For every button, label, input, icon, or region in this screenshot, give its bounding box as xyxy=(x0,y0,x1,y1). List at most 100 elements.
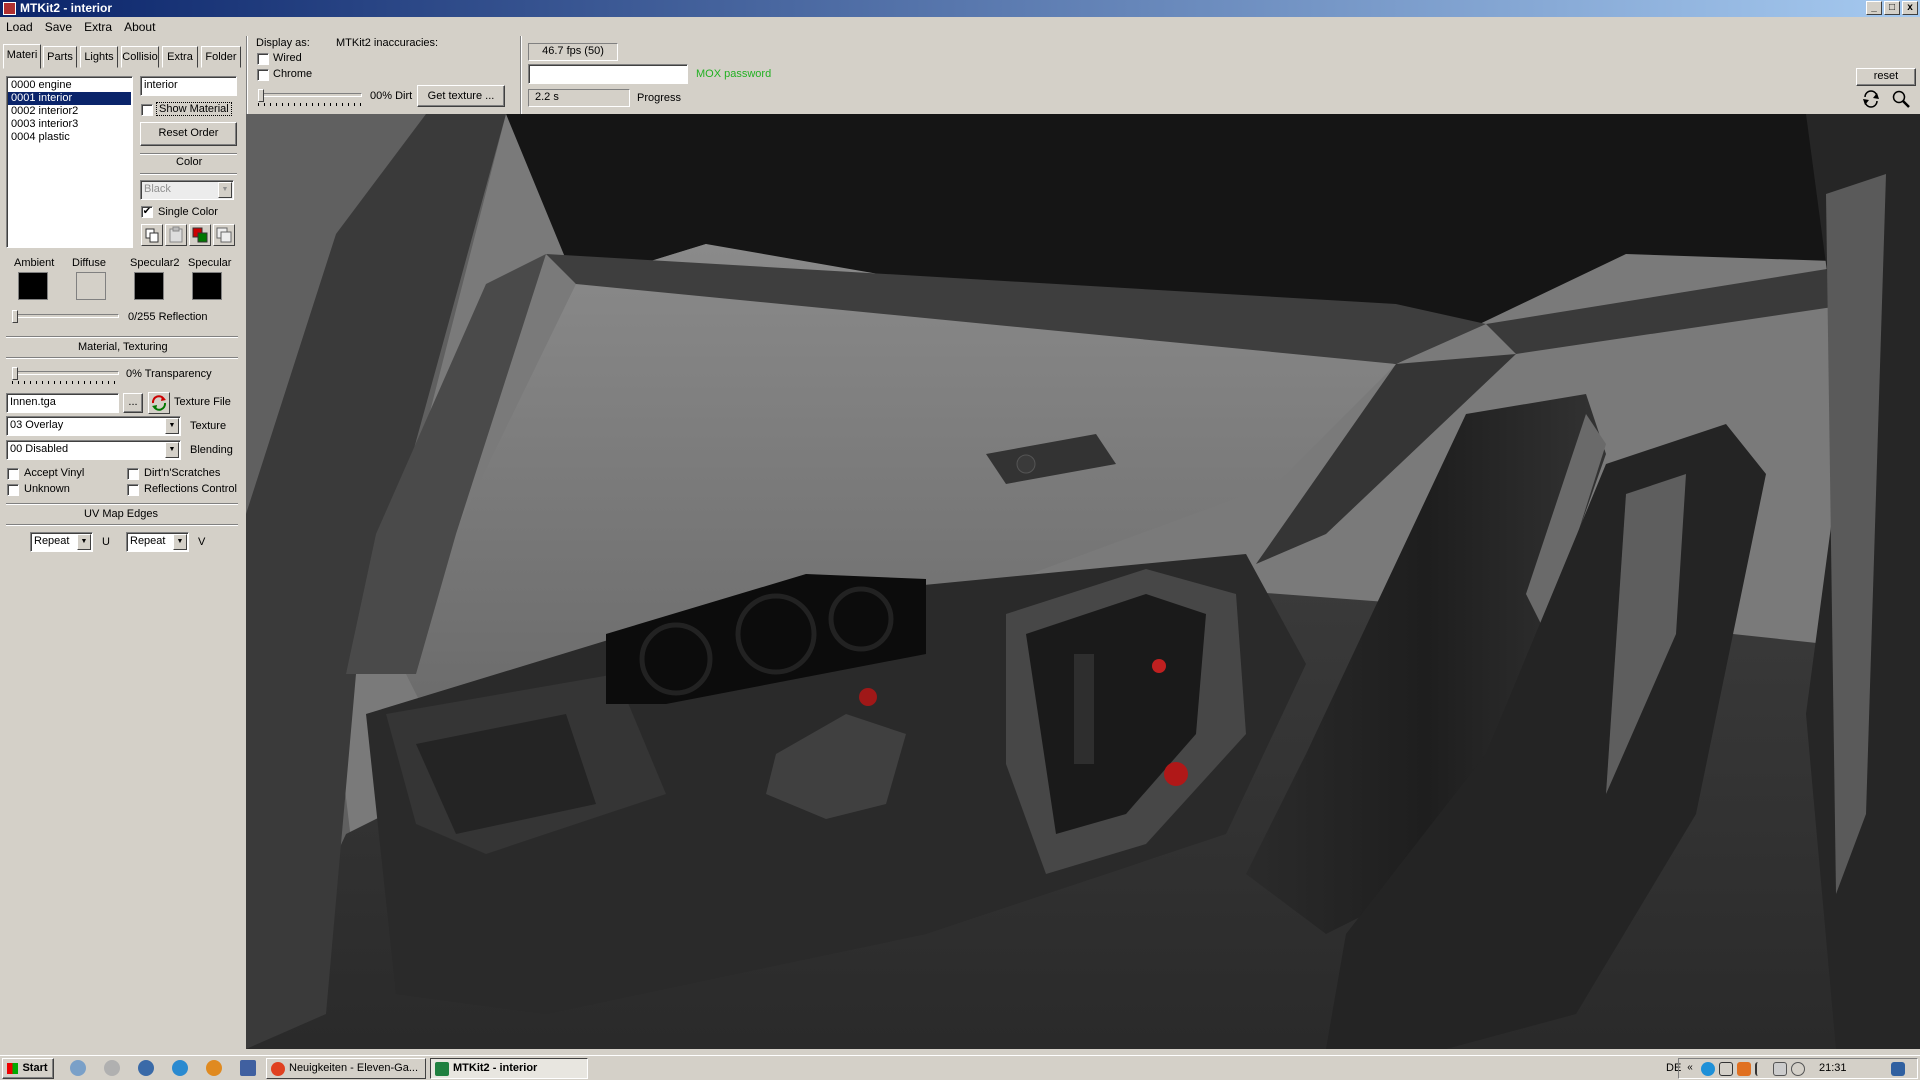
clone-color-button[interactable] xyxy=(213,224,235,246)
material-list[interactable]: 0000 engine 0001 interior 0002 interior2… xyxy=(6,76,133,248)
chrome-label: Chrome xyxy=(273,68,313,80)
accept-vinyl-checkbox[interactable] xyxy=(7,468,19,480)
wired-checkbox[interactable] xyxy=(257,53,269,65)
show-material-label[interactable]: Show Material xyxy=(156,102,232,116)
notification-icon[interactable] xyxy=(1737,1062,1751,1076)
list-item-selected[interactable]: 0001 interior xyxy=(8,92,131,105)
specular2-swatch[interactable] xyxy=(134,272,164,300)
uv-map-edges-label: UV Map Edges xyxy=(84,508,158,520)
clock[interactable]: 21:31 xyxy=(1819,1062,1847,1074)
paste-color-button[interactable] xyxy=(165,224,187,246)
transparency-slider[interactable] xyxy=(12,367,119,384)
quicklaunch-browser-icon[interactable] xyxy=(138,1060,154,1076)
task-browser[interactable]: Neuigkeiten - Eleven-Ga... xyxy=(266,1058,426,1079)
mtkit-icon xyxy=(435,1062,449,1076)
quicklaunch-firefox-icon[interactable] xyxy=(206,1060,222,1076)
3d-viewport[interactable] xyxy=(246,114,1920,1049)
texture-select[interactable]: 03 Overlay ▼ xyxy=(6,416,181,436)
flag-icon[interactable] xyxy=(1755,1062,1769,1076)
start-label: Start xyxy=(22,1062,48,1074)
reflection-slider[interactable] xyxy=(12,310,119,324)
reset-order-button[interactable]: Reset Order xyxy=(140,122,237,146)
color-select-value: Black xyxy=(144,183,171,195)
reload-texture-button[interactable] xyxy=(148,392,170,414)
volume-icon[interactable] xyxy=(1791,1062,1805,1076)
start-button[interactable]: Start xyxy=(2,1058,54,1079)
show-desktop-icon[interactable] xyxy=(1891,1062,1905,1076)
reflections-control-label: Reflections Control xyxy=(144,483,237,495)
copy-color-button[interactable] xyxy=(141,224,163,246)
password-input[interactable] xyxy=(528,64,688,84)
quicklaunch-app-icon[interactable] xyxy=(240,1060,256,1076)
uv-u-select[interactable]: Repeat ▼ xyxy=(30,532,93,552)
task-mtkit[interactable]: MTKit2 - interior xyxy=(430,1058,588,1079)
diffuse-swatch[interactable] xyxy=(76,272,106,300)
zoom-button[interactable] xyxy=(1890,88,1912,110)
uv-u-value: Repeat xyxy=(34,535,70,547)
chevron-down-icon[interactable]: ▼ xyxy=(165,418,179,434)
tab-collision[interactable]: Collisio xyxy=(121,46,159,68)
quicklaunch-chat-icon[interactable] xyxy=(172,1060,188,1076)
tab-materials[interactable]: Materi xyxy=(3,44,41,69)
browse-button[interactable]: ... xyxy=(123,393,143,413)
dirt-scratches-checkbox[interactable] xyxy=(127,468,139,480)
slider-thumb[interactable] xyxy=(258,89,264,102)
specular-swatch[interactable] xyxy=(192,272,222,300)
menu-about[interactable]: About xyxy=(118,17,161,36)
menu-extra[interactable]: Extra xyxy=(78,17,118,36)
reflections-control-checkbox[interactable] xyxy=(127,484,139,496)
get-texture-button[interactable]: Get texture ... xyxy=(417,85,505,107)
divider xyxy=(520,36,522,114)
ambient-swatch[interactable] xyxy=(18,272,48,300)
task-label: Neuigkeiten - Eleven-Ga... xyxy=(289,1062,419,1074)
quicklaunch-desktop-icon[interactable] xyxy=(104,1060,120,1076)
maximize-button[interactable]: □ xyxy=(1884,1,1900,15)
slider-thumb[interactable] xyxy=(12,310,18,323)
unknown-checkbox[interactable] xyxy=(7,484,19,496)
apply-color-button[interactable] xyxy=(189,224,211,246)
dirt-label: 00% Dirt xyxy=(370,90,413,102)
slider-ticks xyxy=(12,381,119,384)
show-material-checkbox[interactable] xyxy=(141,104,153,116)
quicklaunch-shield-icon[interactable] xyxy=(70,1060,86,1076)
list-item[interactable]: 0003 interior3 xyxy=(8,118,131,131)
tab-parts[interactable]: Parts xyxy=(43,46,77,68)
tab-lights[interactable]: Lights xyxy=(80,46,118,68)
menu-load[interactable]: Load xyxy=(0,17,39,36)
list-item[interactable]: 0004 plastic xyxy=(8,131,131,144)
tab-extra[interactable]: Extra xyxy=(162,46,198,68)
list-item[interactable]: 0002 interior2 xyxy=(8,105,131,118)
reset-view-button[interactable]: reset xyxy=(1856,68,1916,86)
material-name-input[interactable]: interior xyxy=(140,76,237,96)
rotate-button[interactable] xyxy=(1860,88,1882,110)
minimize-button[interactable]: _ xyxy=(1866,1,1882,15)
network-icon[interactable] xyxy=(1773,1062,1787,1076)
tab-folder[interactable]: Folder xyxy=(201,46,241,68)
dirt-scratches-label: Dirt'n'Scratches xyxy=(144,467,221,479)
clone-icon xyxy=(216,227,232,243)
close-button[interactable]: x xyxy=(1902,1,1918,15)
chrome-checkbox[interactable] xyxy=(257,69,269,81)
single-color-checkbox[interactable]: ✔ xyxy=(141,206,153,218)
list-item[interactable]: 0000 engine xyxy=(8,79,131,92)
divider xyxy=(6,503,238,505)
wired-label: Wired xyxy=(273,52,302,64)
divider xyxy=(6,336,238,338)
chevron-down-icon[interactable]: ▼ xyxy=(173,534,187,550)
reflection-label: 0/255 Reflection xyxy=(128,311,208,323)
color-select[interactable]: Black ▼ xyxy=(140,180,234,200)
chevron-down-icon[interactable]: ▼ xyxy=(218,182,232,198)
skype-icon[interactable] xyxy=(1701,1062,1715,1076)
menu-save[interactable]: Save xyxy=(39,17,78,36)
chevron-down-icon[interactable]: ▼ xyxy=(77,534,91,550)
slider-thumb[interactable] xyxy=(12,367,18,380)
dirt-slider[interactable] xyxy=(258,89,362,106)
mail-icon[interactable] xyxy=(1719,1062,1733,1076)
slider-track xyxy=(12,371,119,375)
blending-select[interactable]: 00 Disabled ▼ xyxy=(6,440,181,460)
chevron-down-icon[interactable]: ▼ xyxy=(165,442,179,458)
fps-display: 46.7 fps (50) xyxy=(528,43,618,61)
show-hidden-icons-icon[interactable]: « xyxy=(1683,1062,1697,1076)
texture-file-input[interactable]: Innen.tga xyxy=(6,393,119,413)
uv-v-select[interactable]: Repeat ▼ xyxy=(126,532,189,552)
